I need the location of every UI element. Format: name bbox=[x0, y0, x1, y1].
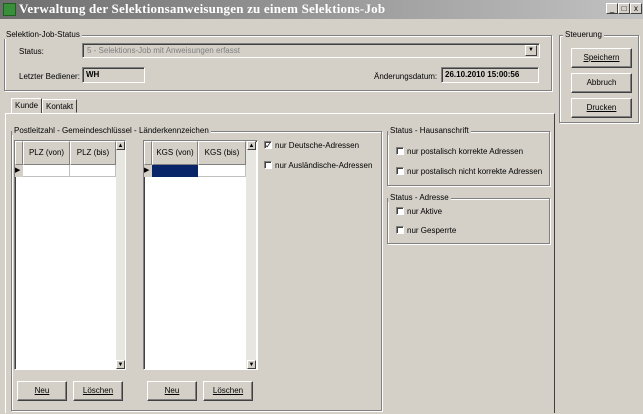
status-label: Status: bbox=[19, 47, 44, 56]
changed-date-value: 26.10.2010 15:00:56 bbox=[445, 70, 520, 79]
kgs-col-bis[interactable]: KGS (bis) bbox=[198, 141, 246, 165]
close-button[interactable]: x bbox=[630, 3, 642, 14]
scroll-up-icon[interactable]: ▲ bbox=[247, 141, 256, 150]
row-pointer-icon: ▶ bbox=[15, 165, 23, 177]
adresse-group bbox=[387, 198, 550, 244]
postal-correct-label: nur postalisch korrekte Adressen bbox=[407, 147, 524, 156]
row-pointer-icon: ▶ bbox=[144, 165, 152, 177]
last-user-field: WH bbox=[82, 67, 145, 83]
print-button[interactable]: Drucken bbox=[571, 98, 632, 118]
last-user-label: Letzter Bediener: bbox=[19, 72, 80, 81]
german-checkbox-label: nur Deutsche-Adressen bbox=[275, 141, 360, 150]
hausanschrift-legend: Status - Hausanschrift bbox=[388, 126, 471, 135]
adresse-legend: Status - Adresse bbox=[388, 193, 451, 202]
maximize-button[interactable]: □ bbox=[618, 3, 630, 14]
blocked-checkbox[interactable] bbox=[396, 226, 404, 234]
german-checkbox[interactable]: ✓ bbox=[264, 141, 272, 150]
postal-incorrect-label: nur postalisch nicht korrekte Adressen bbox=[407, 167, 543, 176]
changed-date-field: 26.10.2010 15:00:56 bbox=[441, 67, 539, 83]
plz-group-legend: Postleitzahl - Gemeindeschlüssel - Lände… bbox=[12, 126, 211, 135]
tab-kontakt[interactable]: Kontakt bbox=[42, 99, 78, 113]
print-label: Drucken bbox=[586, 103, 617, 112]
window-title: Verwaltung der Selektionsanweisungen zu … bbox=[19, 1, 386, 16]
kgs-cell-von-selected[interactable] bbox=[152, 165, 198, 177]
cancel-label: Abbruch bbox=[586, 78, 617, 87]
plz-new-label: Neu bbox=[34, 386, 50, 395]
kgs-delete-button[interactable]: Löschen bbox=[203, 381, 253, 401]
steuerung-legend: Steuerung bbox=[563, 30, 604, 39]
save-label: Speichern bbox=[583, 53, 620, 62]
chevron-down-icon[interactable]: ▼ bbox=[525, 45, 537, 56]
plz-delete-label: Löschen bbox=[82, 386, 114, 395]
postal-incorrect-checkbox[interactable] bbox=[396, 167, 404, 175]
scroll-down-icon[interactable]: ▼ bbox=[116, 360, 125, 369]
foreign-checkbox[interactable] bbox=[264, 161, 272, 169]
kgs-new-button[interactable]: Neu bbox=[147, 381, 197, 401]
kgs-scrollbar[interactable] bbox=[246, 141, 256, 369]
changed-date-label: Änderungsdatum: bbox=[374, 72, 438, 81]
scroll-down-icon[interactable]: ▼ bbox=[247, 360, 256, 369]
save-button[interactable]: Speichern bbox=[571, 48, 632, 68]
kgs-col-von[interactable]: KGS (von) bbox=[152, 141, 198, 165]
kgs-new-label: Neu bbox=[164, 386, 180, 395]
job-status-legend: Selektion-Job-Status bbox=[4, 30, 82, 39]
blocked-label: nur Gesperrte bbox=[407, 226, 457, 235]
cancel-button[interactable]: Abbruch bbox=[571, 73, 632, 93]
kgs-cell-bis[interactable] bbox=[198, 165, 246, 177]
tab-kunde[interactable]: Kunde bbox=[11, 98, 43, 113]
status-field[interactable]: 5 - Selektions-Job mit Anweisungen erfas… bbox=[82, 43, 540, 58]
tab-kontakt-label: Kontakt bbox=[46, 102, 74, 111]
app-icon bbox=[3, 3, 16, 16]
plz-cell-bis[interactable] bbox=[70, 165, 116, 177]
active-checkbox[interactable] bbox=[396, 207, 404, 215]
hausanschrift-group bbox=[387, 131, 550, 186]
plz-delete-button[interactable]: Löschen bbox=[73, 381, 123, 401]
plz-new-button[interactable]: Neu bbox=[17, 381, 67, 401]
minimize-button[interactable]: _ bbox=[606, 3, 618, 14]
plz-cell-von[interactable] bbox=[23, 165, 70, 177]
tab-kunde-label: Kunde bbox=[15, 101, 39, 110]
kgs-row-header bbox=[144, 141, 152, 165]
postal-correct-checkbox[interactable] bbox=[396, 147, 404, 155]
plz-col-von[interactable]: PLZ (von) bbox=[23, 141, 70, 165]
scroll-up-icon[interactable]: ▲ bbox=[116, 141, 125, 150]
active-label: nur Aktive bbox=[407, 207, 443, 216]
kgs-delete-label: Löschen bbox=[212, 386, 244, 395]
plz-col-bis[interactable]: PLZ (bis) bbox=[70, 141, 116, 165]
foreign-checkbox-label: nur Ausländische-Adressen bbox=[275, 161, 373, 170]
plz-row-header bbox=[15, 141, 23, 165]
plz-scrollbar[interactable] bbox=[116, 141, 125, 369]
status-value: 5 - Selektions-Job mit Anweisungen erfas… bbox=[87, 46, 240, 55]
last-user-value: WH bbox=[86, 70, 100, 79]
